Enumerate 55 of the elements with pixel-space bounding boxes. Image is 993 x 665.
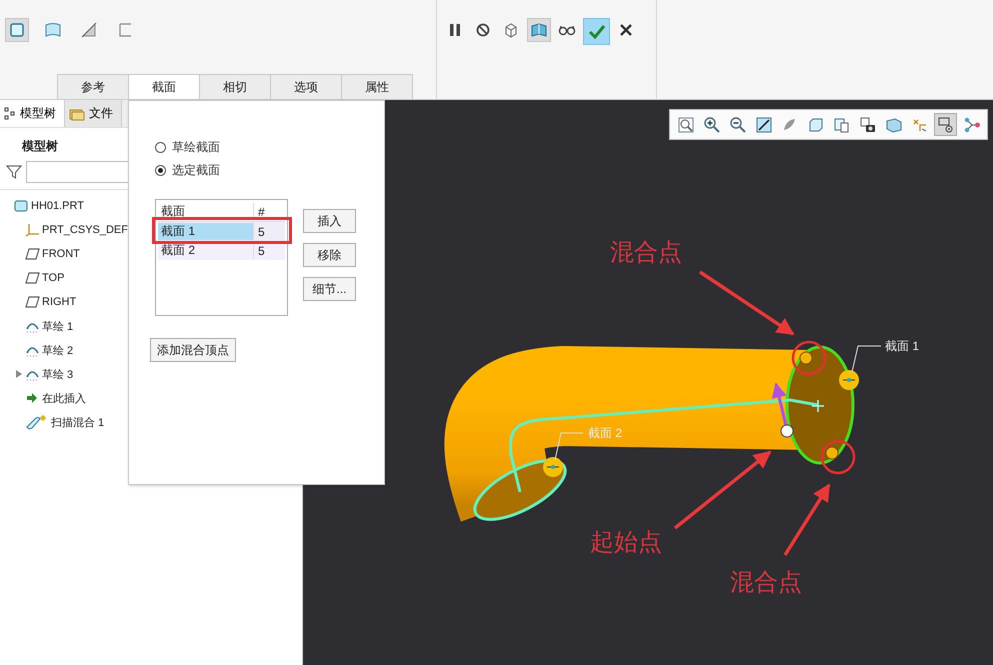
leader-line <box>852 346 882 372</box>
table-cell-text: 5 <box>257 224 265 238</box>
solid-icon[interactable] <box>5 18 29 42</box>
table-row[interactable]: 截面 1 5 <box>158 222 285 241</box>
radio-option[interactable]: 草绘截面 <box>155 139 220 156</box>
callout-label: 混合点 <box>730 569 802 596</box>
tree-item[interactable]: 草绘 3 <box>42 366 74 382</box>
panel-tab[interactable]: 模型树 <box>0 100 65 127</box>
panel-heading: 模型树 <box>22 138 58 155</box>
tree-icon <box>4 106 16 120</box>
table-cell-text: 5 <box>257 244 265 258</box>
ribbon-tab[interactable]: 相切 <box>199 74 271 99</box>
column-header: 截面 <box>158 203 254 220</box>
panel-button[interactable]: 插入 <box>303 209 356 233</box>
leader-line <box>554 432 584 460</box>
annotation-icon[interactable] <box>934 113 957 136</box>
radio-option[interactable]: 选定截面 <box>155 162 220 179</box>
sweep-feature-icon <box>25 414 49 430</box>
ribbon-tab[interactable]: 参考 <box>57 74 129 99</box>
section-label: 截面 1 <box>885 339 920 353</box>
filter-icon[interactable] <box>6 164 22 180</box>
tree-item[interactable]: TOP <box>42 272 64 284</box>
tree-item[interactable]: 草绘 2 <box>42 342 74 358</box>
tree-item[interactable]: FRONT <box>42 248 80 260</box>
tree-item[interactable]: 草绘 1 <box>42 318 74 334</box>
part-icon <box>14 199 29 213</box>
arrow-icon <box>25 391 40 405</box>
highlight-circle <box>792 340 826 376</box>
tree-item[interactable]: 扫描混合 1 <box>51 414 104 430</box>
column-header: # <box>257 204 265 218</box>
tree-item[interactable]: RIGHT <box>42 296 76 308</box>
tree-item[interactable]: 在此插入 <box>42 390 86 406</box>
preview-icon[interactable] <box>527 18 551 42</box>
tree-item[interactable]: PRT_CSYS_DEF <box>42 224 128 236</box>
plane-icon <box>25 247 40 261</box>
panel-button[interactable]: 移除 <box>303 243 356 267</box>
add-vertex-button[interactable]: 添加混合顶点 <box>150 338 236 362</box>
ribbon-tab[interactable]: 选项 <box>270 74 342 99</box>
panel-button[interactable]: 细节... <box>303 277 356 301</box>
checkmark-icon[interactable] <box>583 18 610 45</box>
ribbon-tab[interactable]: 属性 <box>341 74 413 99</box>
table-cell: 截面 1 <box>158 223 254 240</box>
plane-icon <box>25 295 40 309</box>
tree-item[interactable]: HH01.PRT <box>31 200 84 212</box>
section-label: 截面 2 <box>588 426 622 440</box>
expand-arrow-icon[interactable] <box>15 369 23 379</box>
highlight-circle <box>820 440 856 474</box>
callout-label: 起始点 <box>590 529 662 556</box>
table-cell: 截面 2 <box>158 242 254 259</box>
plane-icon <box>25 271 40 285</box>
coordinate-system-icon <box>25 223 40 237</box>
folder-icon <box>69 106 85 120</box>
ribbon-tab[interactable]: 截面 <box>128 74 200 99</box>
panel-tab[interactable]: 文件 <box>65 100 122 127</box>
callout-label: 混合点 <box>610 239 682 266</box>
